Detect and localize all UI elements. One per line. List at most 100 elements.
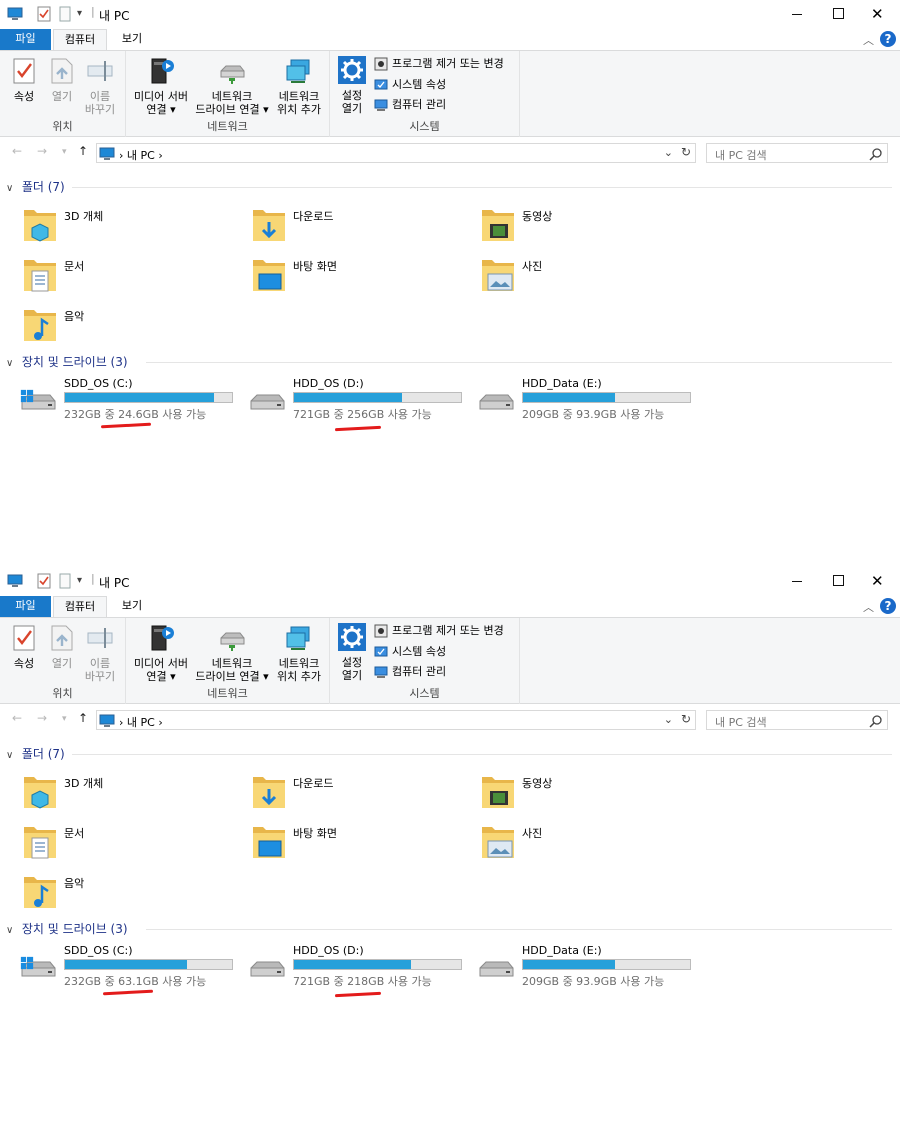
tab-file[interactable]: 파일 [0,29,51,50]
properties-quick-icon[interactable] [36,573,52,589]
ribbon-group-label: 시스템 [409,120,440,133]
search-icon[interactable] [869,714,883,728]
add-network-location-button[interactable]: 네트워크 위치 추가 [274,57,324,116]
minimize-button[interactable] [774,567,819,596]
drive-c[interactable]: SDD_OS (C:) 232GB 중 24.6GB 사용 가능 [18,377,248,423]
address-dropdown-icon[interactable]: ⌄ [664,146,673,159]
open-button[interactable]: 열기 [46,624,78,670]
minimize-button[interactable] [774,0,819,29]
media-server-button[interactable]: 미디어 서버 연결 ▾ [130,624,192,683]
folder-videos[interactable]: 동영상 [480,204,680,248]
folders-section-header[interactable]: ∨ 폴더 (7) [6,178,892,195]
drives-section-header[interactable]: ∨ 장치 및 드라이브 (3) [6,920,892,937]
back-arrow-icon[interactable]: ← [12,711,22,725]
title-separator: | [91,5,95,18]
close-button[interactable]: ✕ [855,567,900,596]
folder-music[interactable]: 음악 [22,871,222,915]
recent-locations-icon[interactable]: ▾ [62,147,67,157]
search-box[interactable]: 내 PC 검색 [706,710,888,730]
address-bar[interactable]: › 내 PC › ⌄ ↻ [96,143,696,163]
quick-access-dropdown-icon[interactable]: ▾ [77,575,82,586]
folders-header-label: 폴더 (7) [21,747,65,761]
desktop-folder-icon [251,254,287,294]
refresh-icon[interactable]: ↻ [681,712,691,726]
folder-music[interactable]: 음악 [22,304,222,348]
minimize-icon [792,581,802,582]
map-network-drive-button[interactable]: 네트워크 드라이브 연결 ▾ [192,57,272,116]
this-pc-icon [99,146,115,162]
tab-view[interactable]: 보기 [110,596,154,617]
title-separator: | [91,572,95,585]
rename-button[interactable]: 이름 바꾸기 [82,57,118,116]
drives-header-label: 장치 및 드라이브 (3) [21,355,128,369]
collapse-ribbon-icon[interactable]: ︿ [863,599,874,615]
close-button[interactable]: ✕ [855,0,900,29]
up-arrow-icon[interactable]: ↑ [78,711,88,725]
refresh-icon[interactable]: ↻ [681,145,691,159]
help-icon[interactable]: ? [880,31,896,47]
forward-arrow-icon[interactable]: → [37,711,47,725]
drives-section-header[interactable]: ∨ 장치 및 드라이브 (3) [6,353,892,370]
hard-drive-icon [247,952,287,984]
rename-button[interactable]: 이름 바꾸기 [82,624,118,683]
settings-gear-icon [338,56,366,84]
drive-c[interactable]: SDD_OS (C:) 232GB 중 63.1GB 사용 가능 [18,944,248,990]
address-path[interactable]: › 내 PC › [119,714,163,730]
maximize-button[interactable] [815,567,860,596]
open-button[interactable]: 열기 [46,57,78,103]
address-path[interactable]: › 내 PC › [119,147,163,163]
drive-d[interactable]: HDD_OS (D:) 721GB 중 256GB 사용 가능 [247,377,477,423]
properties-button[interactable]: 속성 [8,624,40,670]
section-divider [146,929,892,930]
folder-desktop[interactable]: 바탕 화면 [251,254,451,298]
folder-pictures[interactable]: 사진 [480,821,680,865]
maximize-button[interactable] [815,0,860,29]
open-settings-button[interactable]: 설정 열기 [336,56,368,115]
pictures-folder-icon [480,821,516,861]
properties-quick-icon[interactable] [36,6,52,22]
back-arrow-icon[interactable]: ← [12,144,22,158]
tab-computer[interactable]: 컴퓨터 [53,29,107,50]
open-settings-button[interactable]: 설정 열기 [336,623,368,682]
folder-videos[interactable]: 동영상 [480,771,680,815]
folder-pictures[interactable]: 사진 [480,254,680,298]
red-annotation-underline [102,989,154,996]
address-bar[interactable]: › 내 PC › ⌄ ↻ [96,710,696,730]
folder-3d-objects[interactable]: 3D 개체 [22,204,222,248]
new-folder-quick-icon[interactable] [57,6,73,22]
collapse-ribbon-icon[interactable]: ︿ [863,32,874,48]
drive-d[interactable]: HDD_OS (D:) 721GB 중 218GB 사용 가능 [247,944,477,990]
new-folder-quick-icon[interactable] [57,573,73,589]
quick-access-dropdown-icon[interactable]: ▾ [77,8,82,19]
search-icon[interactable] [869,147,883,161]
media-server-button[interactable]: 미디어 서버 연결 ▾ [130,57,192,116]
rename-icon [86,624,114,652]
drive-usage-fill [65,960,187,969]
section-divider [72,754,892,755]
address-dropdown-icon[interactable]: ⌄ [664,713,673,726]
tab-file[interactable]: 파일 [0,596,51,617]
map-network-drive-button[interactable]: 네트워크 드라이브 연결 ▾ [192,624,272,683]
add-network-location-button[interactable]: 네트워크 위치 추가 [274,624,324,683]
tab-computer[interactable]: 컴퓨터 [53,596,107,617]
folder-desktop[interactable]: 바탕 화면 [251,821,451,865]
media-server-icon [147,57,175,85]
properties-button[interactable]: 속성 [8,57,40,103]
folder-downloads[interactable]: 다운로드 [251,771,451,815]
tab-view[interactable]: 보기 [110,29,154,50]
folder-downloads[interactable]: 다운로드 [251,204,451,248]
drive-e[interactable]: HDD_Data (E:) 209GB 중 93.9GB 사용 가능 [476,377,706,423]
drive-e[interactable]: HDD_Data (E:) 209GB 중 93.9GB 사용 가능 [476,944,706,990]
close-icon: ✕ [871,5,884,23]
forward-arrow-icon[interactable]: → [37,144,47,158]
search-box[interactable]: 내 PC 검색 [706,143,888,163]
folder-3d-objects[interactable]: 3D 개체 [22,771,222,815]
folder-documents[interactable]: 문서 [22,254,222,298]
folder-documents[interactable]: 문서 [22,821,222,865]
ribbon-group-network: 미디어 서버 연결 ▾ 네트워크 드라이브 연결 ▾ 네트워크 위치 추가 네트워크 [126,618,330,704]
network-location-icon [285,624,313,652]
help-icon[interactable]: ? [880,598,896,614]
up-arrow-icon[interactable]: ↑ [78,144,88,158]
folders-section-header[interactable]: ∨ 폴더 (7) [6,745,892,762]
recent-locations-icon[interactable]: ▾ [62,714,67,724]
